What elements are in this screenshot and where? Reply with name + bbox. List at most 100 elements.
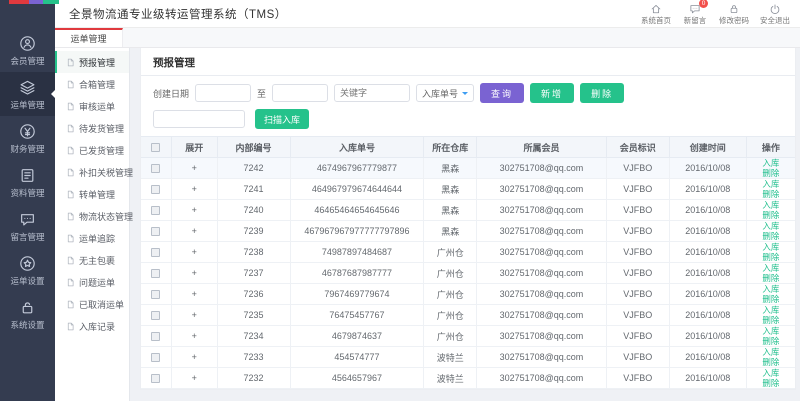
expand-toggle[interactable]: +	[192, 352, 197, 362]
date-to-input[interactable]	[272, 84, 328, 102]
menu-item-12[interactable]: 入库记录	[55, 315, 129, 337]
keyword-input[interactable]	[334, 84, 410, 102]
expand-toggle[interactable]: +	[192, 331, 197, 341]
menu-item-7[interactable]: 物流状态管理	[55, 205, 129, 227]
delete-link[interactable]: 删除	[747, 357, 795, 367]
row-checkbox[interactable]	[151, 374, 160, 383]
menu-item-10[interactable]: 问题运单	[55, 271, 129, 293]
topbar-action-3[interactable]: 安全退出	[760, 2, 790, 26]
doc-icon	[66, 278, 75, 287]
row-checkbox[interactable]	[151, 311, 160, 320]
sidebar-item-5[interactable]: 运单设置	[0, 248, 55, 292]
menu-item-label: 转单管理	[79, 188, 115, 201]
row-checkbox[interactable]	[151, 164, 160, 173]
row-checkbox[interactable]	[151, 332, 160, 341]
member-icon	[19, 35, 36, 52]
row-checkbox[interactable]	[151, 269, 160, 278]
topbar-action-0[interactable]: 系统首页	[641, 2, 671, 26]
delete-link[interactable]: 删除	[747, 378, 795, 388]
delete-link[interactable]: 删除	[747, 210, 795, 220]
expand-toggle[interactable]: +	[192, 247, 197, 257]
tab-waybill-management[interactable]: 运单管理	[55, 28, 123, 47]
sidebar-item-4[interactable]: 留言管理	[0, 204, 55, 248]
delete-link[interactable]: 删除	[747, 189, 795, 199]
row-checkbox[interactable]	[151, 185, 160, 194]
inbound-link[interactable]: 入库	[747, 284, 795, 294]
warehouse-cell: 黑森	[424, 221, 477, 242]
column-header-6: 创建时间	[669, 137, 746, 158]
menu-item-6[interactable]: 转单管理	[55, 183, 129, 205]
inbound-link[interactable]: 入库	[747, 305, 795, 315]
topbar-action-label: 新留言	[684, 15, 707, 26]
row-checkbox[interactable]	[151, 227, 160, 236]
menu-item-label: 已取消运单	[79, 298, 124, 311]
delete-link[interactable]: 删除	[747, 315, 795, 325]
primary-sidebar: 会员管理运单管理财务管理资料管理留言管理运单设置系统设置	[0, 0, 55, 401]
delete-link[interactable]: 删除	[747, 168, 795, 178]
inbound-link[interactable]: 入库	[747, 347, 795, 357]
created-cell: 2016/10/08	[669, 221, 746, 242]
delete-link[interactable]: 删除	[747, 252, 795, 262]
menu-item-4[interactable]: 已发货管理	[55, 139, 129, 161]
row-checkbox[interactable]	[151, 353, 160, 362]
row-checkbox[interactable]	[151, 206, 160, 215]
row-checkbox[interactable]	[151, 290, 160, 299]
menu-item-1[interactable]: 合箱管理	[55, 73, 129, 95]
scan-input[interactable]	[153, 110, 245, 128]
menu-item-11[interactable]: 已取消运单	[55, 293, 129, 315]
delete-link[interactable]: 删除	[747, 273, 795, 283]
delete-link[interactable]: 删除	[747, 336, 795, 346]
inbound-link[interactable]: 入库	[747, 326, 795, 336]
table-row: +723874987897484687广州仓302751708@qq.comVJ…	[141, 242, 795, 263]
doc-icon	[66, 190, 75, 199]
expand-toggle[interactable]: +	[192, 226, 197, 236]
menu-item-8[interactable]: 运单追踪	[55, 227, 129, 249]
inbound-link[interactable]: 入库	[747, 200, 795, 210]
sidebar-item-6[interactable]: 系统设置	[0, 292, 55, 336]
sidebar-item-3[interactable]: 资料管理	[0, 160, 55, 204]
select-all-checkbox[interactable]	[151, 143, 160, 152]
date-from-input[interactable]	[195, 84, 251, 102]
expand-toggle[interactable]: +	[192, 310, 197, 320]
sidebar-item-label: 运单管理	[10, 99, 44, 111]
inbound-link[interactable]: 入库	[747, 179, 795, 189]
expand-toggle[interactable]: +	[192, 268, 197, 278]
topbar-action-1[interactable]: 0新留言	[682, 2, 708, 26]
expand-toggle[interactable]: +	[192, 289, 197, 299]
column-header-1: 内部编号	[217, 137, 290, 158]
delete-link[interactable]: 删除	[747, 294, 795, 304]
row-checkbox[interactable]	[151, 248, 160, 257]
expand-toggle[interactable]: +	[192, 205, 197, 215]
inbound-link[interactable]: 入库	[747, 368, 795, 378]
expand-toggle[interactable]: +	[192, 373, 197, 383]
menu-item-9[interactable]: 无主包裹	[55, 249, 129, 271]
table-row: +72424674967967779877黑森302751708@qq.comV…	[141, 158, 795, 179]
delete-button[interactable]: 删除	[580, 83, 624, 103]
message-icon	[19, 211, 36, 228]
expand-toggle[interactable]: +	[192, 163, 197, 173]
table-row: +72311465464674波特兰302751708@qq.comVJFBO2…	[141, 389, 795, 390]
logo-color-block	[29, 0, 43, 4]
member-id-cell: VJFBO	[606, 326, 669, 347]
search-type-select[interactable]: 入库单号	[416, 84, 474, 102]
inbound-link[interactable]: 入库	[747, 158, 795, 168]
menu-item-0[interactable]: 预报管理	[55, 51, 129, 73]
menu-item-3[interactable]: 待发货管理	[55, 117, 129, 139]
scan-inbound-button[interactable]: 扫描入库	[255, 109, 309, 129]
menu-item-5[interactable]: 补扣关税管理	[55, 161, 129, 183]
sidebar-item-1[interactable]: 运单管理	[0, 72, 55, 116]
warehouse-cell: 广州仓	[424, 326, 477, 347]
add-button[interactable]: 新增	[530, 83, 574, 103]
inbound-link[interactable]: 入库	[747, 263, 795, 273]
expand-toggle[interactable]: +	[192, 184, 197, 194]
sidebar-item-2[interactable]: 财务管理	[0, 116, 55, 160]
sidebar-item-0[interactable]: 会员管理	[0, 28, 55, 72]
topbar-action-2[interactable]: 修改密码	[719, 2, 749, 26]
search-button[interactable]: 查询	[480, 83, 524, 103]
doc-icon	[66, 234, 75, 243]
menu-item-2[interactable]: 审核运单	[55, 95, 129, 117]
inbound-link[interactable]: 入库	[747, 242, 795, 252]
inbound-link[interactable]: 入库	[747, 221, 795, 231]
expand-cell: +	[171, 158, 217, 179]
delete-link[interactable]: 删除	[747, 231, 795, 241]
